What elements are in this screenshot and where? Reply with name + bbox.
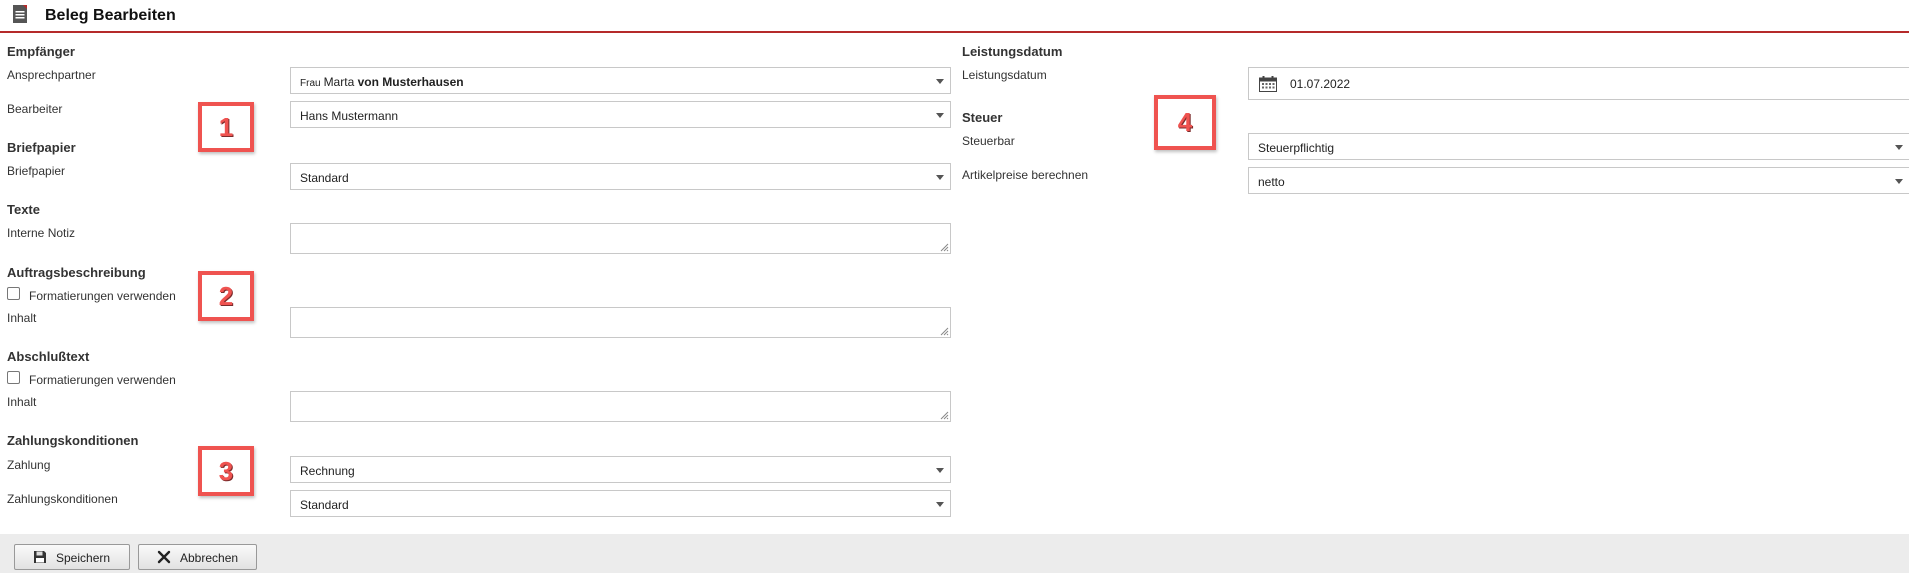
- chevron-down-icon: [936, 79, 944, 84]
- label-auftrag-formatierung: Formatierungen verwenden: [29, 289, 176, 303]
- label-leistungsdatum: Leistungsdatum: [962, 68, 1047, 82]
- heading-zahlungskonditionen: Zahlungskonditionen: [7, 433, 139, 448]
- zahlung-value: Rechnung: [300, 464, 355, 478]
- heading-abschlusstext: Abschlußtext: [7, 349, 90, 364]
- document-edit-icon: [13, 5, 27, 23]
- calendar-icon[interactable]: [1259, 76, 1277, 92]
- zahlungskonditionen-value: Standard: [300, 498, 349, 512]
- bearbeiter-select[interactable]: Hans Mustermann: [290, 101, 951, 128]
- artikelpreise-select[interactable]: netto: [1248, 167, 1909, 194]
- page-title: Beleg Bearbeiten: [45, 7, 176, 24]
- bearbeiter-value: Hans Mustermann: [300, 109, 399, 123]
- label-steuerbar: Steuerbar: [962, 134, 1015, 148]
- close-icon: [157, 550, 171, 564]
- label-auftrag-inhalt: Inhalt: [7, 311, 37, 325]
- ansprechpartner-value: Frau Marta von Musterhausen: [300, 75, 464, 89]
- leistungsdatum-value: 01.07.2022: [1290, 77, 1351, 91]
- label-bearbeiter: Bearbeiter: [7, 102, 63, 116]
- chevron-down-icon: [936, 468, 944, 473]
- annotation-marker-4: 4: [1154, 95, 1216, 150]
- ansprechpartner-select[interactable]: Frau Marta von Musterhausen: [290, 67, 951, 94]
- heading-briefpapier: Briefpapier: [7, 140, 76, 155]
- cancel-button[interactable]: Abbrechen: [138, 544, 257, 570]
- chevron-down-icon: [1895, 145, 1903, 150]
- label-artikelpreise: Artikelpreise berechnen: [962, 168, 1089, 182]
- resize-grip-icon[interactable]: [940, 411, 949, 420]
- firstname-text: Marta: [323, 75, 355, 89]
- resize-grip-icon[interactable]: [940, 327, 949, 336]
- label-ansprechpartner: Ansprechpartner: [7, 68, 96, 82]
- interne-notiz-textarea[interactable]: [290, 223, 951, 254]
- heading-empfaenger: Empfänger: [7, 44, 75, 59]
- label-interne-notiz: Interne Notiz: [7, 226, 76, 240]
- save-button-label: Speichern: [56, 551, 111, 565]
- label-zahlung: Zahlung: [7, 458, 51, 472]
- label-briefpapier: Briefpapier: [7, 164, 66, 178]
- save-button[interactable]: Speichern: [14, 544, 130, 570]
- auftrag-inhalt-textarea[interactable]: [290, 307, 951, 338]
- label-zahlungskonditionen: Zahlungskonditionen: [7, 492, 118, 506]
- heading-auftragsbeschreibung: Auftragsbeschreibung: [7, 265, 146, 280]
- chevron-down-icon: [936, 175, 944, 180]
- steuerbar-select[interactable]: Steuerpflichtig: [1248, 133, 1909, 160]
- resize-grip-icon[interactable]: [940, 243, 949, 252]
- cancel-button-label: Abbrechen: [180, 551, 239, 565]
- leistungsdatum-input[interactable]: 01.07.2022: [1248, 67, 1909, 100]
- salutation-text: Frau: [300, 78, 321, 89]
- label-abschluss-inhalt: Inhalt: [7, 395, 37, 409]
- abschluss-inhalt-textarea[interactable]: [290, 391, 951, 422]
- annotation-marker-2: 2: [198, 271, 254, 321]
- heading-steuer: Steuer: [962, 110, 1003, 125]
- heading-texte: Texte: [7, 202, 40, 217]
- artikelpreise-value: netto: [1258, 175, 1285, 189]
- auftrag-formatierung-checkbox[interactable]: [7, 287, 20, 300]
- chevron-down-icon: [936, 113, 944, 118]
- zahlungskonditionen-select[interactable]: Standard: [290, 490, 951, 517]
- annotation-marker-1: 1: [198, 102, 254, 152]
- annotation-marker-3: 3: [198, 446, 254, 496]
- lastname-text: von Musterhausen: [357, 75, 464, 89]
- zahlung-select[interactable]: Rechnung: [290, 456, 951, 483]
- briefpapier-value: Standard: [300, 171, 349, 185]
- label-abschluss-formatierung: Formatierungen verwenden: [29, 373, 176, 387]
- heading-leistungsdatum: Leistungsdatum: [962, 44, 1063, 59]
- chevron-down-icon: [1895, 179, 1903, 184]
- abschluss-formatierung-checkbox[interactable]: [7, 371, 20, 384]
- title-bar: Beleg Bearbeiten: [0, 0, 1909, 33]
- chevron-down-icon: [936, 502, 944, 507]
- footer-bar: Speichern Abbrechen: [0, 534, 1909, 573]
- floppy-disk-icon: [34, 551, 46, 563]
- briefpapier-select[interactable]: Standard: [290, 163, 951, 190]
- steuerbar-value: Steuerpflichtig: [1258, 141, 1335, 155]
